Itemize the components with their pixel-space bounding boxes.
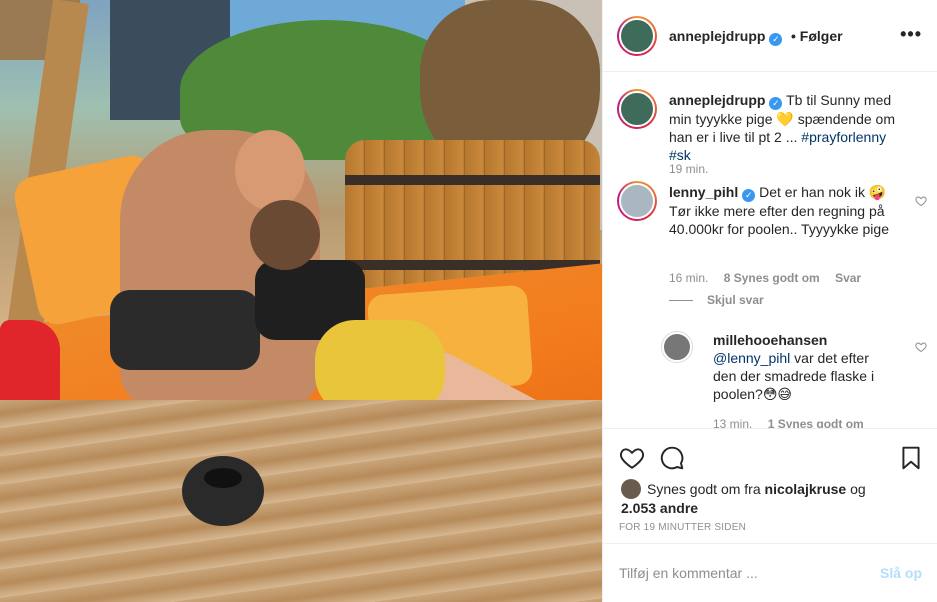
comments-list[interactable]: anneplejdrupp ✓ Tb til Sunny med min tyyy… xyxy=(603,73,937,428)
photo-man-head xyxy=(235,130,305,210)
add-comment-bar: Slå op xyxy=(603,543,937,602)
comment-bubble-icon[interactable] xyxy=(659,445,685,471)
liker-username[interactable]: nicolajkruse xyxy=(765,481,847,497)
comment-likes[interactable]: 8 Synes godt om xyxy=(724,271,820,285)
like-heart-icon[interactable] xyxy=(619,445,645,471)
reply-like-heart-icon[interactable] xyxy=(915,341,927,353)
comment-like-heart-icon[interactable] xyxy=(915,195,927,207)
comment-text: lenny_pihl ✓ Det er han nok ik 🤪 Tør ikke… xyxy=(669,184,889,237)
reply-likes[interactable]: 1 Synes godt om xyxy=(768,417,864,428)
verified-badge-icon: ✓ xyxy=(769,33,783,46)
reply-mention[interactable]: @lenny_pihl xyxy=(713,350,790,366)
caption-text: anneplejdrupp ✓ Tb til Sunny med min tyyy… xyxy=(669,92,895,163)
photo-man-shorts xyxy=(110,290,260,370)
verified-badge-icon: ✓ xyxy=(769,97,783,110)
caption-author-avatar[interactable] xyxy=(617,89,657,129)
author-avatar[interactable] xyxy=(617,16,657,56)
reply-text: millehooehansen @lenny_pihl var det efte… xyxy=(713,332,875,402)
commenter-avatar[interactable] xyxy=(617,181,657,221)
post-photo[interactable] xyxy=(0,0,602,602)
photo-ashtray xyxy=(182,456,264,526)
post-timestamp: FOR 19 MINUTTER SIDEN xyxy=(619,522,746,533)
post-actions: Synes godt om fra nicolajkruse og 2.053 … xyxy=(603,428,937,543)
caption-time: 19 min. xyxy=(669,162,709,176)
post-header: anneplejdrupp ✓ • Følger ••• xyxy=(603,0,937,72)
reply-author[interactable]: millehooehansen xyxy=(713,332,827,348)
bookmark-icon[interactable] xyxy=(898,445,924,471)
liker-avatar[interactable] xyxy=(621,479,641,499)
comment-input[interactable] xyxy=(619,562,859,584)
more-options-icon[interactable]: ••• xyxy=(900,24,922,45)
likes-summary: Synes godt om fra nicolajkruse og 2.053 … xyxy=(621,479,866,516)
comment-author[interactable]: lenny_pihl xyxy=(669,184,738,200)
follow-button[interactable]: • Følger xyxy=(791,28,843,44)
likes-others[interactable]: 2.053 andre xyxy=(621,500,698,516)
photo-wooden-table xyxy=(0,400,602,602)
reply-meta: 13 min. 1 Synes godt om xyxy=(713,417,876,428)
photo-woman-head xyxy=(250,200,320,270)
verified-badge-icon: ✓ xyxy=(742,189,756,202)
reply-author-avatar[interactable] xyxy=(661,331,693,363)
post-sidebar: anneplejdrupp ✓ • Følger ••• anneplejdrup… xyxy=(602,0,937,602)
caption-author[interactable]: anneplejdrupp xyxy=(669,92,765,108)
reply-button[interactable]: Svar xyxy=(835,271,861,285)
author-username[interactable]: anneplejdrupp ✓ xyxy=(669,28,783,46)
post-comment-button[interactable]: Slå op xyxy=(880,565,922,581)
comment-meta: 16 min. 8 Synes godt om Svar xyxy=(669,271,862,285)
hide-replies-button[interactable]: Skjul svar xyxy=(669,293,764,307)
